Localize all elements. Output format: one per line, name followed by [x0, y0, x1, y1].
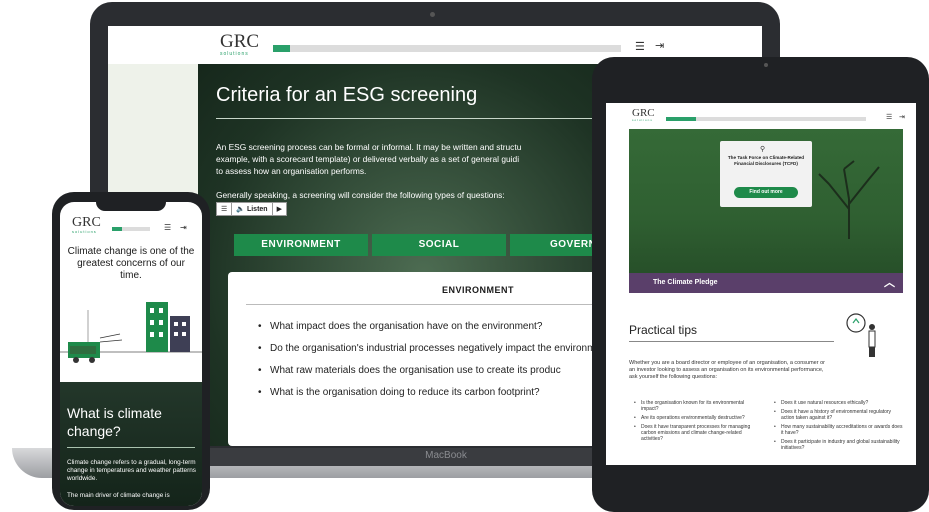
list-item: Does it use natural resources ethically? — [774, 400, 904, 406]
intro-line-3: to assess how an organisation performs. — [216, 166, 367, 176]
section-divider — [67, 447, 195, 448]
logo-main: GRC — [220, 31, 260, 52]
tips-list-left: Is the organisation known for its enviro… — [634, 400, 754, 445]
listen-label: Listen — [246, 206, 268, 213]
grc-logo[interactable]: GRC solutions — [632, 108, 655, 122]
course-progress-bar — [666, 117, 866, 121]
device-mockup-stage: MacBook GRC solutions ☰ ⇥ Criteria for a… — [0, 0, 929, 512]
city-pollution-illustration — [60, 302, 202, 363]
progress-fill — [273, 45, 291, 52]
audio-menu-icon[interactable]: ☰ — [217, 203, 233, 215]
exit-icon[interactable]: ⇥ — [899, 113, 905, 121]
list-item: Is the organisation known for its enviro… — [634, 400, 754, 412]
progress-fill — [112, 227, 122, 231]
search-icon: ⚲ — [760, 146, 766, 153]
tcfd-card-text: The Task Force on Climate-Related Financ… — [727, 155, 805, 166]
tcfd-card: ⚲ The Task Force on Climate-Related Fina… — [720, 141, 812, 207]
intro-line-1: An ESG screening process can be formal o… — [216, 142, 522, 152]
menu-icon[interactable]: ☰ — [164, 223, 171, 232]
section-paragraph-2: The main driver of climate change is — [67, 492, 170, 499]
section-divider — [629, 341, 834, 342]
phone-screen: GRC solutions ☰ ⇥ Climate change is one … — [60, 202, 202, 506]
play-icon[interactable]: ▶ — [273, 203, 286, 215]
logo-sub: solutions — [72, 229, 97, 234]
tips-paragraph: Whether you are a board director or empl… — [629, 360, 825, 380]
audio-player: ☰ 🔈 Listen ▶ — [216, 202, 287, 216]
laptop-camera — [430, 12, 435, 17]
tree-icon — [818, 160, 880, 239]
tab-social[interactable]: SOCIAL — [372, 234, 506, 256]
logo-sub: solutions — [632, 118, 653, 122]
intro-heading: Climate change is one of the greatest co… — [67, 246, 195, 281]
intro-line-2: example, with a scorecard template) or d… — [216, 154, 520, 164]
pledge-label: The Climate Pledge — [653, 279, 718, 286]
logo-sub: solutions — [220, 51, 249, 57]
logo-main: GRC — [72, 215, 101, 230]
progress-fill — [666, 117, 696, 121]
exit-icon[interactable]: ⇥ — [180, 223, 187, 232]
list-item: Does it participate in industry and glob… — [774, 439, 904, 451]
course-progress-bar — [112, 227, 150, 231]
find-out-more-button[interactable]: Find out more — [734, 187, 798, 198]
exit-icon[interactable]: ⇥ — [655, 39, 664, 52]
grc-logo[interactable]: GRC solutions — [220, 32, 259, 57]
page-title: Criteria for an ESG screening — [216, 84, 478, 106]
course-progress-bar — [273, 45, 621, 52]
title-divider — [216, 118, 596, 119]
section-paragraph: Climate change refers to a gradual, long… — [67, 459, 196, 482]
tablet-screen: GRC solutions ☰ ⇥ ⚲ The Task Force on Cl… — [606, 103, 916, 465]
tablet-camera — [764, 63, 768, 67]
tips-list-right: Does it use natural resources ethically?… — [774, 400, 904, 454]
person-lightbulb-illustration — [846, 313, 876, 357]
phone-notch — [96, 197, 166, 211]
listen-button[interactable]: 🔈 Listen — [232, 203, 273, 215]
dark-content-panel — [60, 382, 202, 506]
list-item: How many sustainability accreditations o… — [774, 424, 904, 436]
grc-logo[interactable]: GRC solutions — [72, 216, 101, 234]
section-title: Practical tips — [629, 323, 698, 337]
menu-icon[interactable]: ☰ — [635, 40, 645, 53]
list-item: Does it have a history of environmental … — [774, 409, 904, 421]
climate-pledge-accordion[interactable]: The Climate Pledge ︿ — [629, 273, 903, 293]
section-title: What is climate change? — [67, 405, 162, 439]
chevron-up-icon[interactable]: ︿ — [884, 273, 895, 293]
list-item: Does it have transparent processes for m… — [634, 424, 754, 442]
menu-icon[interactable]: ☰ — [886, 113, 892, 121]
tab-environment[interactable]: ENVIRONMENT — [234, 234, 368, 256]
list-item: Are its operations environmentally destr… — [634, 415, 754, 421]
questions-intro: Generally speaking, a screening will con… — [216, 190, 505, 200]
intro-paragraph: An ESG screening process can be formal o… — [216, 141, 596, 177]
card-title: ENVIRONMENT — [441, 285, 514, 295]
